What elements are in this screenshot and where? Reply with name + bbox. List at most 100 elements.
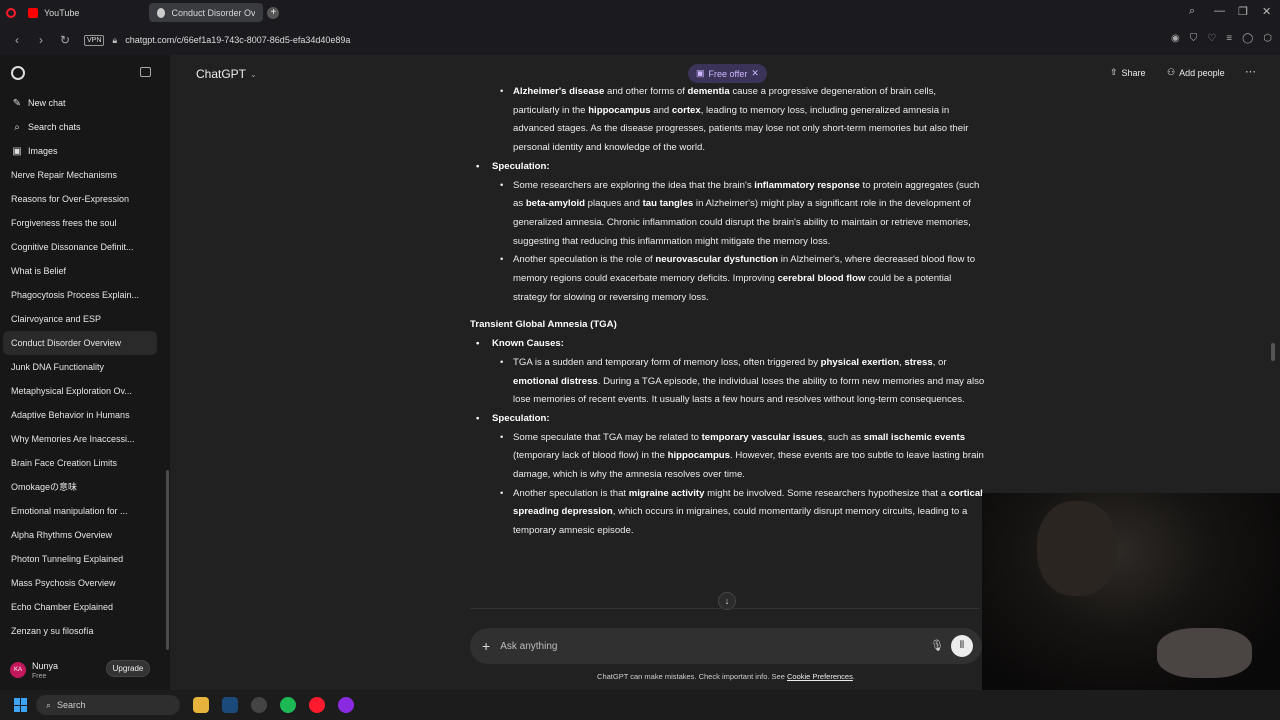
- toggle-sidebar-icon[interactable]: [140, 67, 151, 77]
- windows-start-icon[interactable]: [14, 698, 28, 712]
- avatar[interactable]: KA: [10, 662, 26, 678]
- sidebar-item[interactable]: Emotional manipulation for ...: [0, 499, 160, 523]
- tab-conduct-disorder[interactable]: Conduct Disorder Overvie: [149, 3, 264, 22]
- prompt-input[interactable]: [500, 640, 881, 652]
- model-selector[interactable]: ChatGPT ⌄: [196, 67, 257, 81]
- spotify-icon[interactable]: [280, 697, 296, 713]
- sidebar-item[interactable]: Zenzan y su filosofía: [0, 619, 160, 643]
- sidebar: ✎ New chat ⌕ Search chats ▣ Images Nerve…: [0, 55, 170, 690]
- sidebar-item[interactable]: Why Memories Are Inaccessi...: [0, 427, 160, 451]
- search-chats-button[interactable]: ⌕ Search chats: [0, 115, 170, 139]
- chatgpt-favicon-icon: [157, 7, 166, 18]
- opera-taskbar-icon[interactable]: [309, 697, 325, 713]
- sidebar-item[interactable]: Adaptive Behavior in Humans: [0, 403, 160, 427]
- sidebar-item[interactable]: Clairvoyance and ESP: [0, 307, 160, 331]
- reload-icon[interactable]: ↻: [58, 33, 72, 47]
- chatgpt-logo-icon[interactable]: [11, 66, 25, 80]
- add-people-label: Add people: [1179, 67, 1225, 78]
- sidebar-scrollbar[interactable]: [166, 470, 169, 650]
- user-name: Nunya: [32, 660, 59, 671]
- voice-mode-icon[interactable]: ⦀: [951, 635, 973, 657]
- sidebar-item[interactable]: Conduct Disorder Overview: [3, 331, 157, 355]
- maximize-icon[interactable]: ❐: [1238, 5, 1248, 18]
- share-label: Share: [1121, 67, 1146, 78]
- file-explorer-icon[interactable]: [193, 697, 209, 713]
- search-tabs-icon[interactable]: ⌕: [1189, 5, 1195, 18]
- sidebar-item[interactable]: What is Belief: [0, 259, 160, 283]
- divider: [470, 608, 980, 609]
- lock-icon[interactable]: 🔒︎: [112, 35, 117, 46]
- user-plan: Free: [32, 672, 47, 680]
- profile-icon[interactable]: ◯: [1242, 33, 1253, 44]
- webcam-face: [1037, 501, 1117, 596]
- chrome-icon[interactable]: [251, 697, 267, 713]
- address-bar-tools: ◉ ⛉ ♡ ≡ ◯ ⬡: [1171, 33, 1272, 44]
- list-item: Some researchers are exploring the idea …: [470, 177, 985, 252]
- free-offer-button[interactable]: ▣ Free offer ✕: [688, 64, 767, 83]
- images-button[interactable]: ▣ Images: [0, 139, 170, 163]
- back-icon[interactable]: ‹: [10, 33, 24, 47]
- sidebar-item[interactable]: Photon Tunneling Explained: [0, 547, 160, 571]
- sidebar-item[interactable]: Nerve Repair Mechanisms: [0, 163, 160, 187]
- share-button[interactable]: ⇧ Share: [1110, 67, 1146, 78]
- search-icon: ⌕: [46, 699, 52, 710]
- heart-icon[interactable]: ♡: [1207, 33, 1216, 44]
- sidebar-item[interactable]: Forgiveness frees the soul: [0, 211, 160, 235]
- speculation-heading: Speculation:: [470, 158, 985, 177]
- webcam-hand: [1157, 628, 1252, 678]
- sidebar-item[interactable]: Brain Face Creation Limits: [0, 451, 160, 475]
- upgrade-button[interactable]: Upgrade: [106, 660, 150, 677]
- new-chat-button[interactable]: ✎ New chat: [0, 91, 170, 115]
- taskbar-search[interactable]: ⌕ Search: [36, 695, 180, 715]
- page-title: ChatGPT: [196, 67, 247, 81]
- sidebar-item[interactable]: Phagocytosis Process Explain...: [0, 283, 160, 307]
- user-menu[interactable]: KA Nunya Free Upgrade: [0, 650, 170, 690]
- sidebar-item[interactable]: Echo Chamber Explained: [0, 595, 160, 619]
- browser-tab-bar: YouTube Conduct Disorder Overvie + ⌕ — ❐…: [0, 0, 1280, 25]
- sidebar-item[interactable]: Metaphysical Exploration Ov...: [0, 379, 160, 403]
- add-people-button[interactable]: ⚇ Add people: [1167, 67, 1225, 78]
- sidebar-top: [0, 55, 170, 91]
- camera-icon[interactable]: ◉: [1171, 33, 1180, 44]
- steam-icon[interactable]: [222, 697, 238, 713]
- menu-icon[interactable]: ≡: [1226, 33, 1232, 44]
- new-tab-button[interactable]: +: [267, 6, 280, 19]
- sidebar-item[interactable]: Mass Psychosis Overview: [0, 571, 160, 595]
- opera-icon[interactable]: [6, 7, 16, 18]
- new-chat-label: New chat: [28, 98, 66, 108]
- section-heading-tga: Transient Global Amnesia (TGA): [470, 319, 617, 331]
- microphone-icon[interactable]: 🎙︎: [930, 639, 944, 652]
- sidebar-item[interactable]: Junk DNA Functionality: [0, 355, 160, 379]
- shield-icon[interactable]: ⛉: [1190, 33, 1198, 44]
- close-offer-icon[interactable]: ✕: [751, 68, 759, 79]
- attach-plus-icon[interactable]: +: [482, 638, 490, 654]
- sidebar-item[interactable]: Reasons for Over-Expression: [0, 187, 160, 211]
- more-options-icon[interactable]: ⋯: [1245, 65, 1256, 78]
- images-label: Images: [28, 146, 58, 156]
- close-window-icon[interactable]: ✕: [1262, 5, 1271, 18]
- app-icon[interactable]: [338, 697, 354, 713]
- chat-history-list: Nerve Repair Mechanisms Reasons for Over-…: [0, 163, 170, 643]
- images-icon: ▣: [12, 145, 22, 157]
- sidebar-item[interactable]: Cognitive Dissonance Definit...: [0, 235, 160, 259]
- vpn-badge[interactable]: VPN: [84, 34, 105, 46]
- assistant-message: Alzheimer's disease and other forms of d…: [470, 83, 985, 541]
- extensions-icon[interactable]: ⬡: [1263, 33, 1272, 44]
- cookie-preferences-link[interactable]: Cookie Preferences: [787, 672, 853, 681]
- sidebar-item[interactable]: Omokageの意味: [0, 475, 160, 499]
- disclaimer: ChatGPT can make mistakes. Check importa…: [597, 672, 855, 681]
- tab-youtube[interactable]: YouTube: [20, 3, 87, 22]
- sidebar-item[interactable]: Alpha Rhythms Overview: [0, 523, 160, 547]
- forward-icon[interactable]: ›: [34, 33, 48, 47]
- main-scrollbar[interactable]: [1271, 343, 1275, 361]
- windows-taskbar: ⌕ Search: [0, 690, 1280, 720]
- list-item: Alzheimer's disease and other forms of d…: [470, 83, 985, 158]
- youtube-icon: [28, 7, 38, 18]
- list-item: Some speculate that TGA may be related t…: [470, 429, 985, 485]
- url-field[interactable]: chatgpt.com/c/66ef1a19-743c-8007-86d5-ef…: [125, 35, 350, 45]
- gift-icon: ▣: [696, 68, 705, 78]
- speculation-heading: Speculation:: [470, 410, 985, 429]
- minimize-icon[interactable]: —: [1214, 5, 1225, 17]
- composer: + 🎙︎ ⦀: [470, 628, 982, 664]
- user-meta: Nunya Free: [32, 661, 58, 680]
